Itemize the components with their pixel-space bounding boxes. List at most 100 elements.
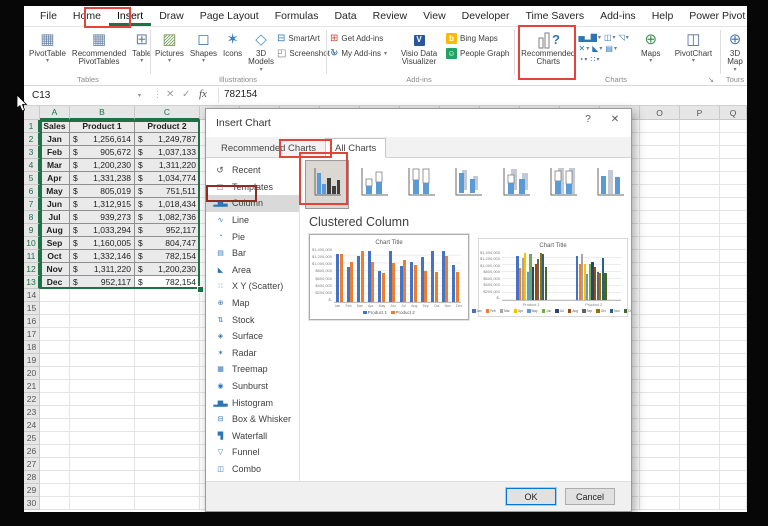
grid-cell[interactable] xyxy=(135,302,200,315)
grid-cell[interactable] xyxy=(40,393,70,406)
chart-type-sunburst[interactable]: ◉ Sunburst xyxy=(206,378,299,395)
insert-function-icon[interactable]: fx xyxy=(199,88,207,100)
grid-cell[interactable]: $1,200,230 xyxy=(70,159,135,172)
grid-cell[interactable] xyxy=(40,484,70,497)
menu-tab-review[interactable]: Review xyxy=(365,6,415,26)
grid-cell[interactable] xyxy=(640,315,680,328)
row-header-8[interactable]: 8 xyxy=(24,211,40,224)
grid-cell[interactable] xyxy=(40,497,70,510)
row-header-30[interactable]: 30 xyxy=(24,497,40,510)
subtype-stacked-column[interactable] xyxy=(353,161,395,208)
grid-cell[interactable]: $1,037,133 xyxy=(135,146,200,159)
chart-type-funnel[interactable]: ▽ Funnel xyxy=(206,444,299,461)
grid-cell[interactable]: $1,200,230 xyxy=(135,263,200,276)
grid-cell[interactable] xyxy=(70,419,135,432)
grid-cell[interactable] xyxy=(640,224,680,237)
grid-cell[interactable] xyxy=(680,276,720,289)
grid-cell[interactable]: Mar xyxy=(40,159,70,172)
grid-cell[interactable] xyxy=(40,354,70,367)
hierarchy-mini-button[interactable]: ◹ ▾ xyxy=(619,33,629,42)
grid-cell[interactable] xyxy=(640,172,680,185)
grid-cell[interactable] xyxy=(135,354,200,367)
grid-cell[interactable] xyxy=(680,406,720,419)
grid-cell[interactable] xyxy=(40,315,70,328)
grid-cell[interactable] xyxy=(135,367,200,380)
grid-cell[interactable] xyxy=(680,393,720,406)
grid-cell[interactable] xyxy=(70,354,135,367)
menu-tab-formulas[interactable]: Formulas xyxy=(267,6,327,26)
chart-type-waterfall[interactable]: ▜ Waterfall xyxy=(206,428,299,445)
grid-cell[interactable] xyxy=(680,497,720,510)
grid-cell[interactable] xyxy=(680,250,720,263)
grid-cell[interactable] xyxy=(720,211,747,224)
grid-cell[interactable] xyxy=(720,393,747,406)
chart-type-line[interactable]: ∿ Line xyxy=(206,212,299,229)
grid-cell[interactable] xyxy=(40,432,70,445)
grid-cell[interactable] xyxy=(135,393,200,406)
grid-cell[interactable] xyxy=(135,497,200,510)
grid-cell[interactable] xyxy=(720,120,747,133)
recommended-pivottables-button[interactable]: ▦ Recommended PivotTables xyxy=(69,29,129,68)
chart-type-box-whisker[interactable]: ⊟ Box & Whisker xyxy=(206,411,299,428)
chart-type-recent[interactable]: ↺ Recent xyxy=(206,162,299,179)
grid-cell[interactable] xyxy=(720,263,747,276)
grid-cell[interactable] xyxy=(720,198,747,211)
treemap-mini-button[interactable]: ◫ ▾ xyxy=(604,33,616,42)
grid-cell[interactable] xyxy=(70,367,135,380)
grid-cell[interactable]: $782,154 xyxy=(135,250,200,263)
column-header-B[interactable]: B xyxy=(70,106,135,120)
grid-cell[interactable] xyxy=(640,250,680,263)
grid-cell[interactable]: $805,019 xyxy=(70,185,135,198)
select-all-corner[interactable] xyxy=(24,106,40,120)
grid-cell[interactable]: $1,249,787 xyxy=(135,133,200,146)
grid-cell[interactable]: $804,747 xyxy=(135,237,200,250)
fill-handle[interactable] xyxy=(197,286,204,293)
row-header-10[interactable]: 10 xyxy=(24,237,40,250)
row-header-21[interactable]: 21 xyxy=(24,380,40,393)
get-addins-button[interactable]: ⊞ Get Add-ins xyxy=(330,33,392,44)
row-header-23[interactable]: 23 xyxy=(24,406,40,419)
row-header-17[interactable]: 17 xyxy=(24,328,40,341)
grid-cell[interactable] xyxy=(135,419,200,432)
grid-cell[interactable] xyxy=(720,146,747,159)
grid-cell[interactable]: Product 1 xyxy=(70,120,135,133)
grid-cell[interactable] xyxy=(640,146,680,159)
grid-cell[interactable] xyxy=(70,328,135,341)
grid-cell[interactable] xyxy=(40,445,70,458)
grid-cell[interactable] xyxy=(720,237,747,250)
grid-cell[interactable] xyxy=(680,367,720,380)
grid-cell[interactable]: Sep xyxy=(40,237,70,250)
grid-cell[interactable] xyxy=(135,432,200,445)
my-addins-button[interactable]: ↻ My Add-ins ▾ xyxy=(330,48,392,59)
grid-cell[interactable]: $751,511 xyxy=(135,185,200,198)
pie-mini-button[interactable]: ◔ ▾ xyxy=(578,55,587,64)
row-header-5[interactable]: 5 xyxy=(24,172,40,185)
grid-cell[interactable] xyxy=(70,393,135,406)
grid-cell[interactable] xyxy=(680,263,720,276)
row-header-28[interactable]: 28 xyxy=(24,471,40,484)
row-header-11[interactable]: 11 xyxy=(24,250,40,263)
grid-cell[interactable] xyxy=(135,471,200,484)
menu-tab-insert[interactable]: Insert xyxy=(108,6,152,26)
3d-map-button[interactable]: ⊕ 3D Map ▾ xyxy=(723,29,747,74)
row-header-12[interactable]: 12 xyxy=(24,263,40,276)
grid-cell[interactable] xyxy=(720,289,747,302)
grid-cell[interactable] xyxy=(135,315,200,328)
visio-data-visualizer-button[interactable]: V Visio Data Visualizer xyxy=(392,29,446,68)
grid-cell[interactable] xyxy=(640,276,680,289)
row-header-4[interactable]: 4 xyxy=(24,159,40,172)
grid-cell[interactable] xyxy=(640,484,680,497)
grid-cell[interactable] xyxy=(40,419,70,432)
grid-cell[interactable] xyxy=(70,458,135,471)
grid-cell[interactable]: $1,033,294 xyxy=(70,224,135,237)
recommended-charts-button[interactable]: ? Recommended Charts xyxy=(518,29,578,68)
ok-button[interactable]: OK xyxy=(506,488,556,505)
chart-type-templates[interactable]: □ Templates xyxy=(206,179,299,196)
column-header-C[interactable]: C xyxy=(135,106,200,120)
grid-cell[interactable]: Aug xyxy=(40,224,70,237)
grid-cell[interactable] xyxy=(640,458,680,471)
grid-cell[interactable] xyxy=(640,198,680,211)
chart-type-histogram[interactable]: ▂▆▃ Histogram xyxy=(206,394,299,411)
row-header-2[interactable]: 2 xyxy=(24,133,40,146)
subtype-clustered-column[interactable] xyxy=(304,160,350,209)
